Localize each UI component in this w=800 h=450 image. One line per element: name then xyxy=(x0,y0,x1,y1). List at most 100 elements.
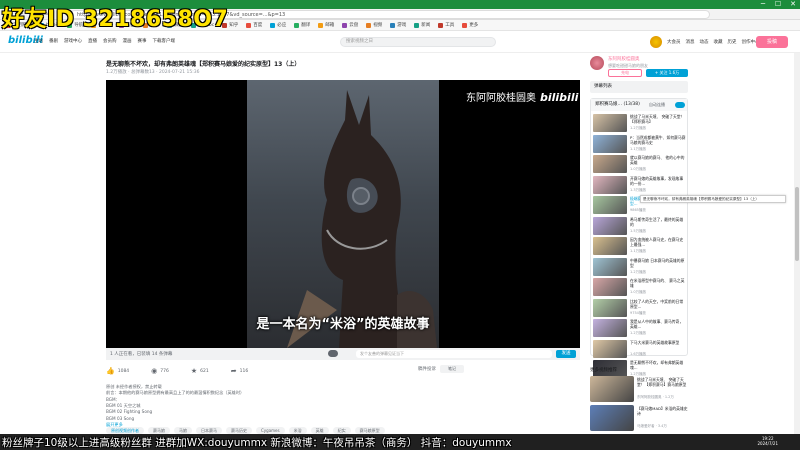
playlist-item[interactable]: 因为血统被人赛马史，在赛马史上最强… 1.1万播放 xyxy=(593,236,687,256)
coin-button[interactable]: ◉ 776 xyxy=(151,367,169,375)
playlist-item[interactable]: 我是从人中的故事、赛马传奇，英雄… 1.2万播放 xyxy=(593,318,687,338)
bookmark-item[interactable]: 百度 xyxy=(246,22,262,28)
screen: ─ ☐ ✕ ← → ↻ ⌂ https://www.bilibili.com/v… xyxy=(0,0,800,450)
tag-chip[interactable]: 日本赛马 xyxy=(196,427,222,434)
bookmark-item[interactable]: 新闻 xyxy=(414,22,430,28)
tag-chip[interactable]: 赛马娘原型 xyxy=(354,427,385,434)
notes-button[interactable]: 笔记 xyxy=(440,365,464,373)
bookmark-item[interactable]: 视频 xyxy=(366,22,382,28)
playlist-item[interactable]: 比较了人的天空，中奖前的日常原型… 9754播放 xyxy=(593,298,687,318)
recommended-video[interactable]: 【赛马娘MAD】米浴的英雄史诗 马娘爱好者 · 3.4万 xyxy=(590,405,688,433)
bookmark-label: 邮箱 xyxy=(325,23,335,28)
header-link[interactable]: 历史 xyxy=(728,39,737,45)
description-line: BGM 02 Fighting Song xyxy=(106,409,153,415)
scroll-thumb[interactable] xyxy=(795,187,799,261)
bookmark-favicon-icon xyxy=(414,22,420,28)
bookmark-item[interactable]: 翻译 xyxy=(294,22,310,28)
coin-icon: ◉ xyxy=(151,367,158,375)
danmaku-input[interactable]: 发个友善的弹幕见证当下 xyxy=(356,350,552,358)
danmaku-list-header[interactable]: 弹幕列表 xyxy=(590,81,688,93)
playlist-item[interactable]: 在米浴原型中赛马的、 赛马之英雄 1.0万播放 xyxy=(593,277,687,297)
minimize-icon[interactable]: ─ xyxy=(756,0,770,9)
playlist-thumbnail xyxy=(593,196,627,214)
upload-button[interactable]: 投稿 xyxy=(756,36,788,48)
nav-item[interactable]: 游戏中心 xyxy=(64,38,82,44)
header-link[interactable]: 大会员 xyxy=(667,39,681,45)
playlist-item-stats: 1.0万播放 xyxy=(630,167,647,171)
watermark-text: 东阿阿胶桂圆奥 xyxy=(466,93,536,104)
playlist-item-stats: 9754播放 xyxy=(630,310,646,315)
tag-chip[interactable]: 马娘 xyxy=(174,427,192,434)
tag-chip[interactable]: 英雄 xyxy=(310,427,329,434)
scrollbar[interactable] xyxy=(794,53,800,434)
close-icon[interactable]: ✕ xyxy=(786,0,800,9)
playlist-item[interactable]: 希马斯传奇生活了，最终的英雄的 1.5万播放 xyxy=(593,216,687,236)
tag-chip[interactable]: 赛马历史 xyxy=(226,427,252,434)
header-link[interactable]: 收藏 xyxy=(714,39,723,45)
playlist-item[interactable]: 挑战了马米天境、 突破了天堂！【郑积赛马】 1.2万播放 xyxy=(593,113,687,133)
bookmark-item[interactable]: 必应 xyxy=(270,22,286,28)
playlist-item-stats: 1.1万播放 xyxy=(630,249,647,253)
nav-item[interactable]: 番剧 xyxy=(49,38,58,44)
tag-chip[interactable]: 原创视频创作者 xyxy=(106,427,144,434)
uploader-name[interactable]: 东阿阿胶桂圆奥 xyxy=(608,56,640,62)
bookmark-item[interactable]: 游戏 xyxy=(390,22,406,28)
tag-chip[interactable]: 米浴 xyxy=(288,427,307,434)
bookmark-item[interactable]: 云盘 xyxy=(342,22,358,28)
playlist-thumbnail xyxy=(593,339,627,358)
recommended-video[interactable]: 挑战了马米天境、 突破了天堂！【郑积赛马】赛马娘原型 东阿阿胶桂圆奥 · 1.2万 xyxy=(590,376,688,404)
bookmark-item[interactable]: 工具 xyxy=(438,22,454,28)
send-danmaku-button[interactable]: 发送 xyxy=(556,350,576,358)
like-button[interactable]: 👍 1084 xyxy=(106,367,129,375)
nav-item[interactable]: 漫画 xyxy=(123,38,132,44)
action-count: 776 xyxy=(160,368,169,374)
playlist-item[interactable]: 中暴赛马娘 日本赛马的英雄的原型 1.2万播放 xyxy=(593,257,687,277)
bookmark-item[interactable]: 更多 xyxy=(462,22,478,28)
playlist-item-stats: 1.3万播放 xyxy=(630,187,647,192)
playlist-item[interactable]: 下马大米赛马的英雄故事原型 1.6万播放 xyxy=(593,339,687,359)
playlist-title: 郑积赛马娘… xyxy=(595,102,622,107)
streamer-id-overlay: 好友ID 3218658O7 xyxy=(2,7,229,32)
tag-chip[interactable]: 纪实 xyxy=(332,427,351,434)
favorite-button[interactable]: ★ 621 xyxy=(191,367,209,375)
nav-item[interactable]: 赛事 xyxy=(138,38,147,44)
playlist-item[interactable]: 就以赛马娘的赛马、 他的心中的英雄 1.0万播放 xyxy=(593,154,687,174)
video-player[interactable]: 东阿阿胶桂圆奥 bilibili 是一本名为“米浴”的英雄故事 xyxy=(106,80,580,348)
viewer-count: 1 人正在看，已装填 14 条弹幕 xyxy=(110,352,173,357)
recommended-stats: 东阿阿胶桂圆奥 · 1.2万 xyxy=(637,395,674,399)
search-input[interactable]: 搜索视频之日 xyxy=(340,37,496,47)
nav-item[interactable]: 直播 xyxy=(88,38,97,44)
bookmark-label: 必应 xyxy=(277,23,287,28)
bookmark-item[interactable]: 邮箱 xyxy=(318,22,334,28)
share-button[interactable]: ➦ 116 xyxy=(231,367,248,375)
danmaku-toggle[interactable] xyxy=(328,350,338,357)
bookmark-favicon-icon xyxy=(438,22,444,28)
charge-button[interactable]: 充电 xyxy=(608,69,642,77)
video-page: 是无聊熊不坏欢，却有弗朗英雄魂【郑积赛马娘爱的纪实原型】13（上） 1.2万播放… xyxy=(0,53,800,434)
avatar[interactable] xyxy=(650,36,662,48)
header-link[interactable]: 动态 xyxy=(700,39,709,45)
nav-item[interactable]: 会员购 xyxy=(103,38,117,44)
bookmark-favicon-icon xyxy=(342,22,348,28)
bookmark-favicon-icon xyxy=(270,22,276,28)
playlist-item-title: P：当然成都被黄牛、如何赛马赛马娘的赛马史 xyxy=(630,134,686,145)
tag-chip[interactable]: 赛马娘 xyxy=(148,427,170,434)
nav-item[interactable]: 下载客户端 xyxy=(153,38,176,44)
playlist-item-stats: 1.2万播放 xyxy=(630,331,647,335)
header-link[interactable]: 消息 xyxy=(686,39,695,45)
nav-item[interactable]: 主站 xyxy=(34,38,43,44)
complaint-link[interactable]: 稿件投诉 xyxy=(418,366,436,372)
recommended-thumbnail xyxy=(590,405,634,431)
playlist-item[interactable]: 开赛马娘的英雄故事，发现故事的一份… 1.3万播放 xyxy=(593,175,687,195)
playlist-header: 郑积赛马娘… (13/38) 自动连播 xyxy=(591,99,687,111)
video-frame xyxy=(247,80,439,348)
autoplay-toggle[interactable] xyxy=(675,102,685,108)
channel-watermark: 东阿阿胶桂圆奥 bilibili xyxy=(466,89,578,104)
tag-chip[interactable]: Cygames xyxy=(256,427,285,434)
follow-button[interactable]: + 关注 1.6万 xyxy=(646,69,688,77)
maximize-icon[interactable]: ☐ xyxy=(771,0,785,9)
playlist-item-stats: 1.1万播放 xyxy=(630,146,647,151)
playlist-item[interactable]: P：当然成都被黄牛、如何赛马赛马娘的赛马史 1.1万播放 xyxy=(593,134,687,154)
uploader-avatar[interactable] xyxy=(590,56,604,70)
bookmark-favicon-icon xyxy=(390,22,396,28)
